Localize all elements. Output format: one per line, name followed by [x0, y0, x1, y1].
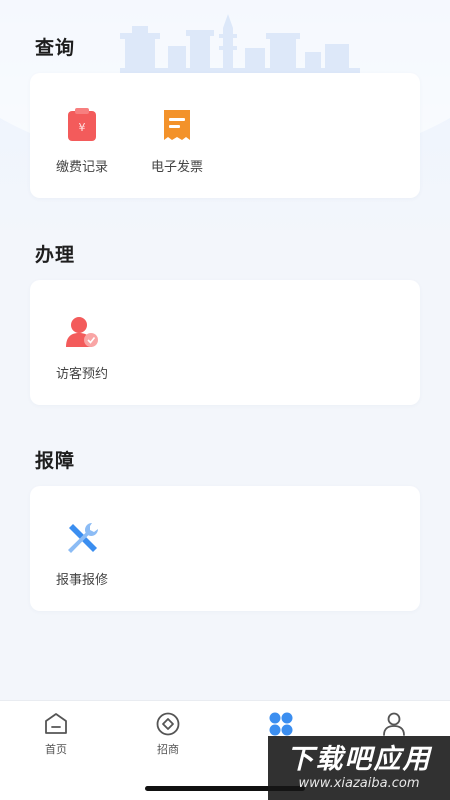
tab-investment-label: 招商: [157, 743, 179, 756]
e-invoice-label: 电子发票: [150, 160, 203, 175]
report-card: 报事报修: [30, 486, 420, 611]
tab-investment[interactable]: 招商: [112, 701, 224, 771]
repair-report-button[interactable]: 报事报修: [37, 486, 127, 611]
repair-report-label: 报事报修: [55, 573, 108, 588]
home-icon: [45, 713, 67, 734]
city-skyline-illustration: [120, 14, 360, 74]
profile-icon: [383, 712, 405, 736]
visitor-appointment-button[interactable]: 访客预约: [37, 280, 127, 405]
payment-record-icon: ¥: [68, 108, 96, 141]
watermark-main-text: 下载吧应用: [286, 744, 432, 775]
section-title-report: 报障: [35, 450, 76, 472]
handle-card: 访客预约: [30, 280, 420, 405]
services-grid-icon: [269, 712, 293, 736]
section-title-query: 查询: [35, 37, 76, 59]
tab-home-label: 首页: [45, 743, 67, 756]
visitor-appointment-label: 访客预约: [55, 367, 108, 382]
repair-tools-icon: [68, 523, 98, 553]
watermark-url-text: www.xiazaiba.com: [298, 776, 420, 791]
e-invoice-icon: [164, 110, 190, 140]
payment-record-label: 缴费记录: [55, 160, 108, 175]
payment-record-button[interactable]: ¥ 缴费记录: [37, 73, 127, 198]
watermark-logo: 下载吧应用 www.xiazaiba.com: [268, 736, 450, 800]
tab-home[interactable]: 首页: [0, 701, 112, 771]
svg-text:¥: ¥: [79, 121, 86, 134]
investment-icon: [156, 712, 180, 736]
e-invoice-button[interactable]: 电子发票: [132, 73, 222, 198]
query-card: ¥ 缴费记录 电子发票: [30, 73, 420, 198]
visitor-appointment-icon: [66, 317, 98, 347]
section-title-handle: 办理: [35, 244, 76, 266]
